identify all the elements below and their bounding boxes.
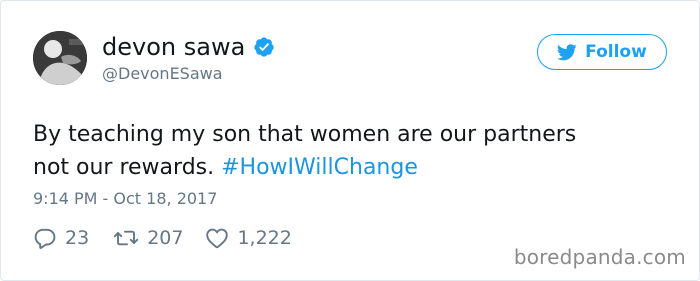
author-handle[interactable]: @DevonESawa xyxy=(102,64,223,84)
profile-photo-icon xyxy=(33,31,87,85)
heart-icon xyxy=(205,226,229,250)
verified-badge-icon xyxy=(253,36,275,58)
tweet-text: By teaching my son that women are our pa… xyxy=(33,118,673,184)
tweet-text-line1: By teaching my son that women are our pa… xyxy=(33,122,577,147)
avatar[interactable] xyxy=(33,31,87,85)
boredpanda-watermark: boredpanda.com xyxy=(513,245,686,269)
follow-button[interactable]: Follow xyxy=(537,34,667,70)
tweet-card: devon sawa @DevonESawa Follow By teachin… xyxy=(0,0,700,281)
retweet-count: 207 xyxy=(147,227,184,249)
reply-count: 23 xyxy=(65,227,90,249)
reply-bubble-icon xyxy=(33,226,57,250)
retweet-button[interactable]: 207 xyxy=(113,226,183,250)
hashtag-link[interactable]: #HowIWillChange xyxy=(221,155,418,180)
reply-button[interactable]: 23 xyxy=(33,226,89,250)
twitter-bird-icon xyxy=(557,43,577,61)
tweet-text-line2: not our rewards. #HowIWillChange xyxy=(33,151,673,184)
tweet-text-line2-body: not our rewards. xyxy=(33,155,222,180)
like-button[interactable]: 1,222 xyxy=(205,226,292,250)
tweet-timestamp[interactable]: 9:14 PM - Oct 18, 2017 xyxy=(33,189,217,209)
retweet-icon xyxy=(113,226,139,250)
tweet-actions: 23 207 1,222 xyxy=(33,226,292,250)
author-name-row: devon sawa xyxy=(102,33,275,61)
follow-button-label: Follow xyxy=(585,42,647,62)
like-count: 1,222 xyxy=(237,227,292,249)
display-name[interactable]: devon sawa xyxy=(102,33,245,61)
